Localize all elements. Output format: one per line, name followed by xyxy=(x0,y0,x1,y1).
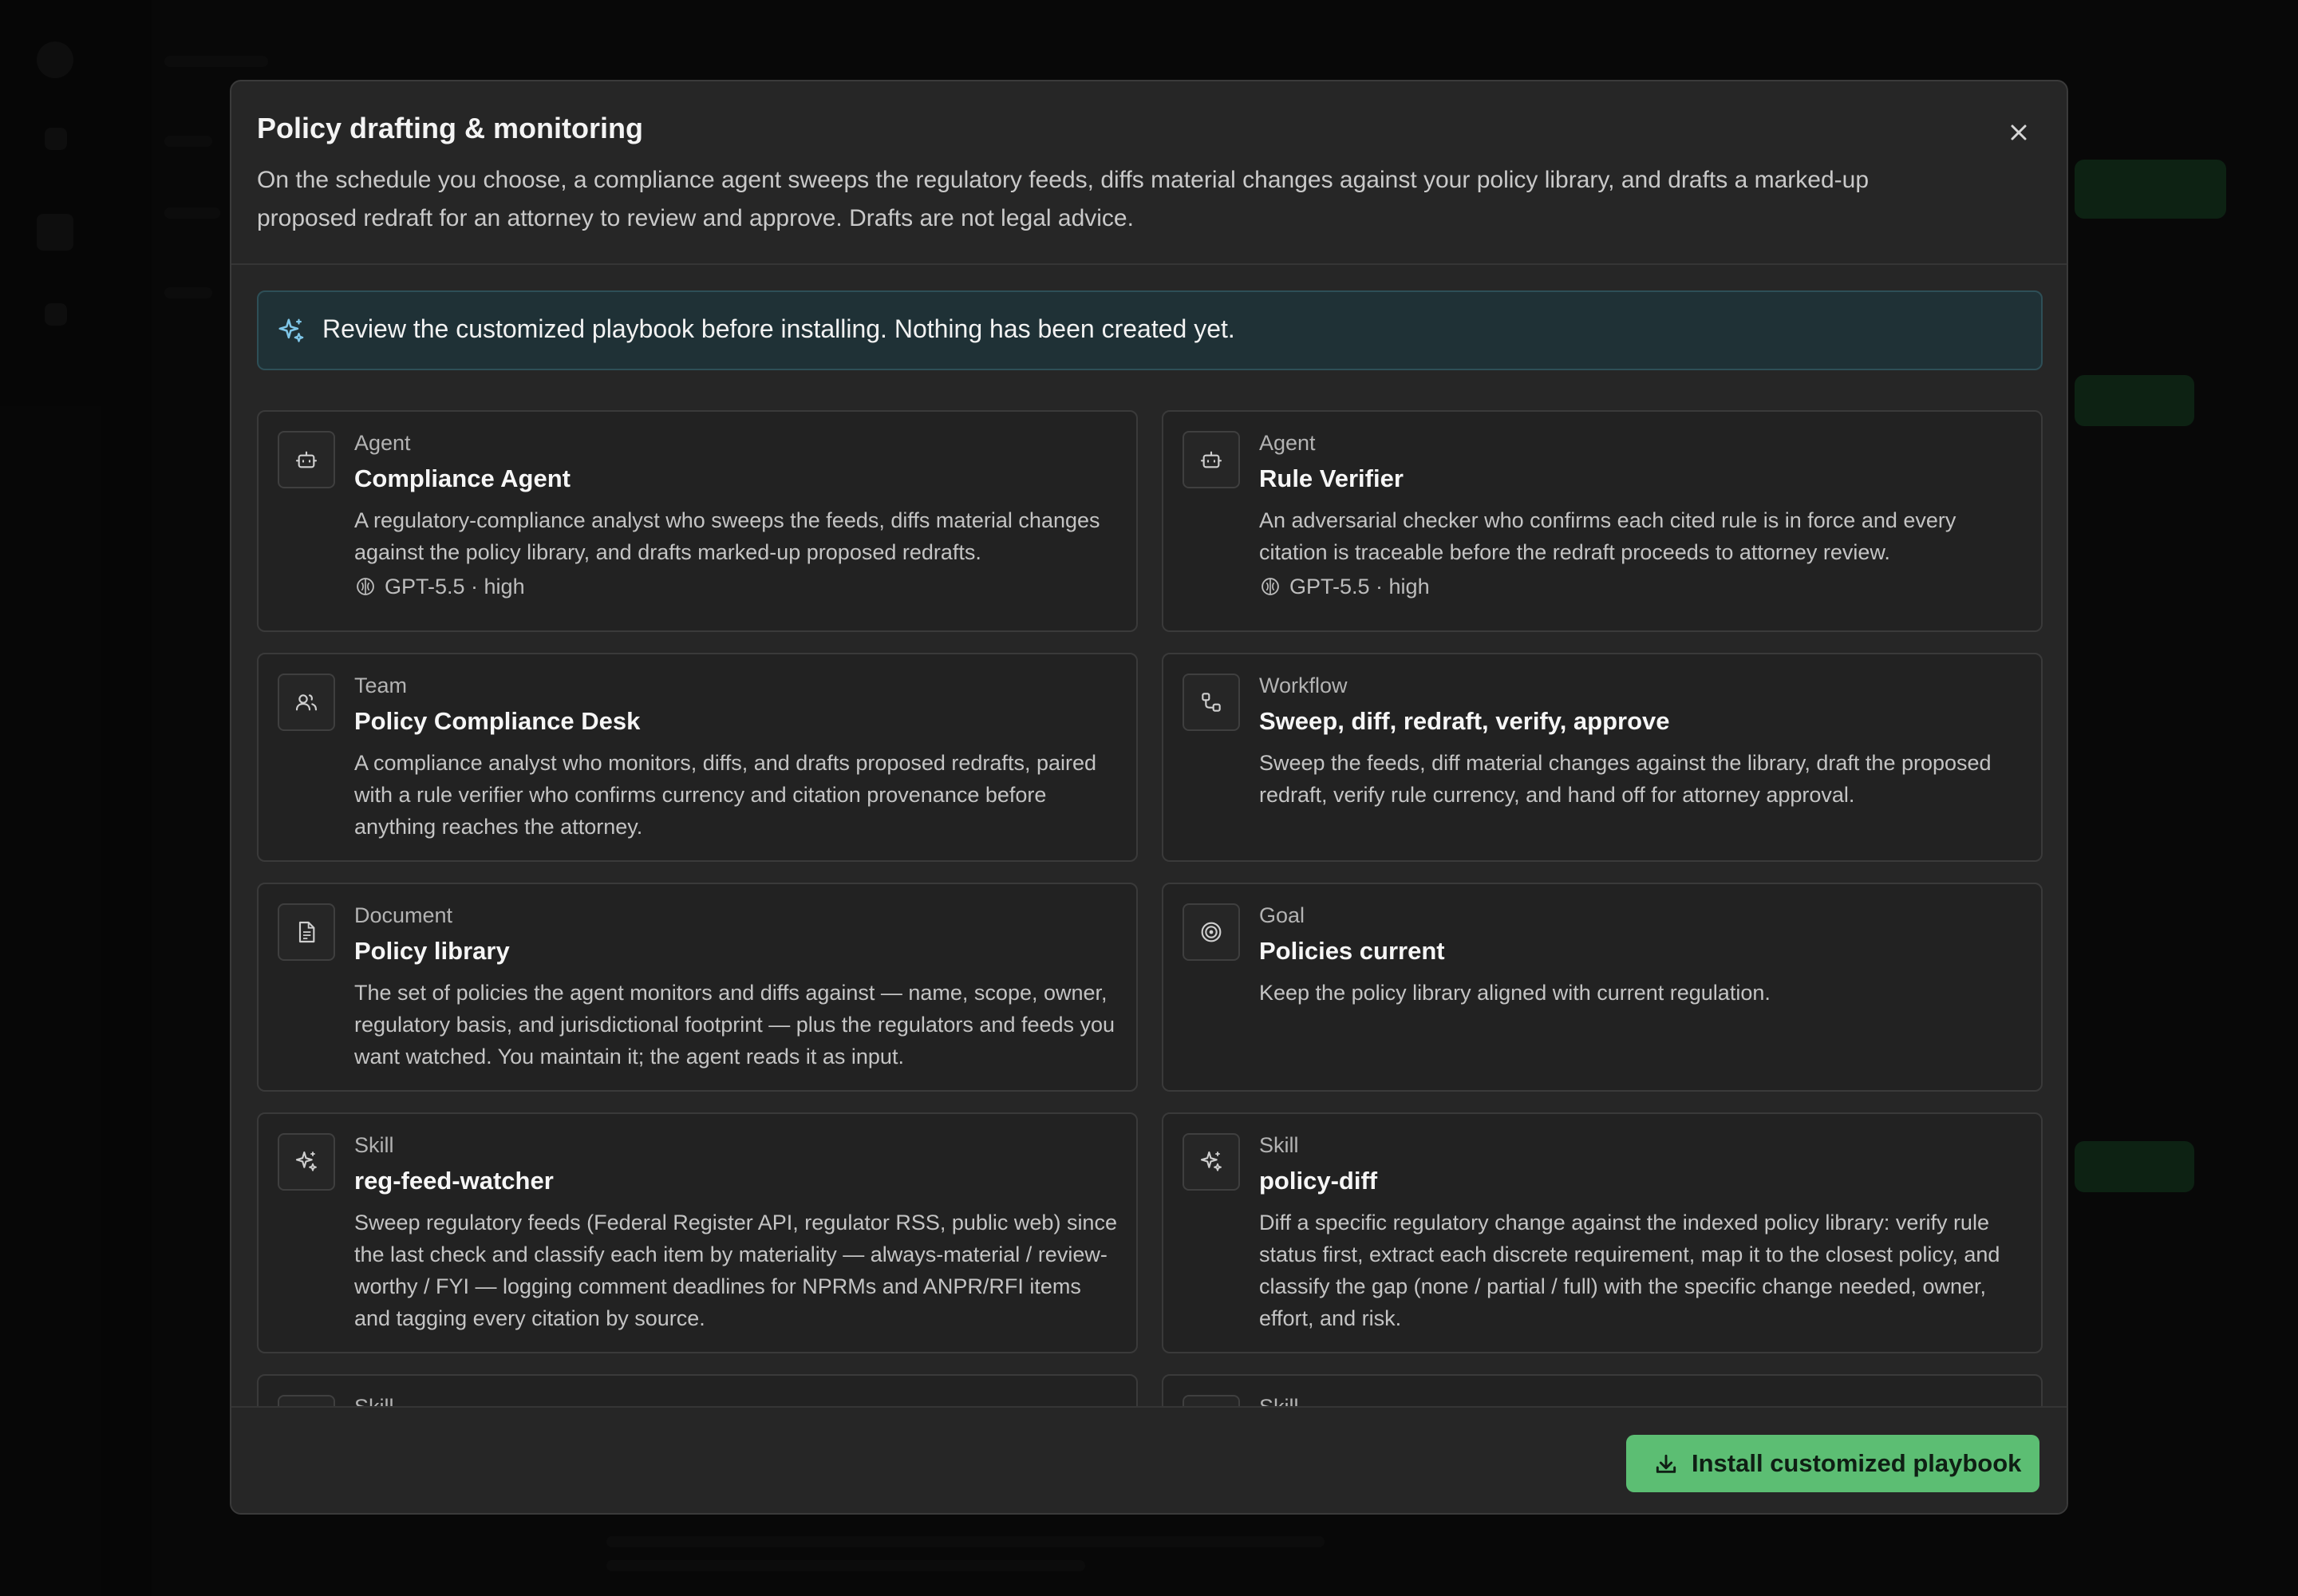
card-kind-label: Skill xyxy=(354,1133,394,1157)
card-title: Rule Verifier xyxy=(1259,464,1404,492)
card-description: A compliance analyst who monitors, diffs… xyxy=(354,751,1096,839)
card-kind-label: Skill xyxy=(354,1395,394,1406)
playbook-card-skill: Skill reg-feed-watcher Sweep regulatory … xyxy=(257,1112,1138,1353)
model-badge: GPT-5.5 · high xyxy=(354,575,525,599)
card-title: reg-feed-watcher xyxy=(354,1167,554,1195)
card-description: An adversarial checker who confirms each… xyxy=(1259,508,1956,564)
card-kind-label: Agent xyxy=(1259,431,1316,455)
model-label: GPT-5.5 · high xyxy=(1289,575,1430,598)
playbook-card-team: Team Policy Compliance Desk A compliance… xyxy=(257,653,1138,862)
card-description: A regulatory-compliance analyst who swee… xyxy=(354,508,1100,564)
card-kind-label: Team xyxy=(354,674,408,697)
install-playbook-button[interactable]: Install customized playbook xyxy=(1626,1435,2039,1492)
dialog-title: Policy drafting & monitoring xyxy=(257,112,643,144)
card-title: Policies current xyxy=(1259,937,1445,965)
card-title: Policy Compliance Desk xyxy=(354,707,641,735)
card-kind-label: Workflow xyxy=(1259,674,1348,697)
dialog-header: Policy drafting & monitoring On the sche… xyxy=(231,81,2067,265)
card-title: Policy library xyxy=(354,937,510,965)
card-kind-label: Document xyxy=(354,903,453,927)
card-kind-label: Skill xyxy=(1259,1395,1299,1406)
card-title: policy-diff xyxy=(1259,1167,1378,1195)
brain-icon xyxy=(357,578,374,595)
card-kind-label: Agent xyxy=(354,431,411,455)
card-description: Sweep the feeds, diff material changes a… xyxy=(1259,751,1992,807)
card-kind-label: Skill xyxy=(1259,1133,1299,1157)
playbook-card-document: Document Policy library The set of polic… xyxy=(257,883,1138,1092)
close-icon xyxy=(2011,124,2027,140)
card-description: The set of policies the agent monitors a… xyxy=(354,981,1115,1069)
playbook-card-workflow: Workflow Sweep, diff, redraft, verify, a… xyxy=(1162,653,2043,862)
brain-icon xyxy=(1262,578,1279,595)
playbook-card-skill: Skill xyxy=(257,1374,1138,1406)
card-kind-label: Goal xyxy=(1259,903,1305,927)
playbook-card-agent: Agent Compliance Agent A regulatory-comp… xyxy=(257,410,1138,632)
sparkle-icon xyxy=(278,318,304,342)
install-playbook-label: Install customized playbook xyxy=(1692,1449,2022,1477)
card-title: Sweep, diff, redraft, verify, approve xyxy=(1259,707,1670,735)
workflow-icon xyxy=(1202,693,1221,712)
card-description: Keep the policy library aligned with cur… xyxy=(1259,981,1771,1005)
document-icon xyxy=(298,921,315,943)
download-icon xyxy=(1656,1454,1676,1473)
review-notice-banner: Review the customized playbook before in… xyxy=(257,290,2043,370)
playbook-install-dialog: Policy drafting & monitoring On the sche… xyxy=(230,80,2068,1515)
card-description: Diff a specific regulatory change agains… xyxy=(1259,1211,2000,1330)
close-button[interactable] xyxy=(2003,117,2035,148)
sparkle-icon xyxy=(1200,1151,1222,1171)
playbook-card-skill: Skill xyxy=(1162,1374,2043,1406)
dialog-footer: Install customized playbook xyxy=(231,1406,2067,1513)
model-label: GPT-5.5 · high xyxy=(385,575,525,598)
target-icon xyxy=(1201,922,1222,942)
playbook-card-goal: Goal Policies current Keep the policy li… xyxy=(1162,883,2043,1092)
users-icon xyxy=(295,694,318,711)
review-notice-text: Review the customized playbook before in… xyxy=(322,314,1235,343)
sparkle-icon xyxy=(295,1151,317,1171)
robot-icon xyxy=(1200,451,1222,468)
model-badge: GPT-5.5 · high xyxy=(1259,575,1430,599)
playbook-card-skill: Skill policy-diff Diff a specific regula… xyxy=(1162,1112,2043,1353)
dialog-description: On the schedule you choose, a compliance… xyxy=(257,167,1870,231)
card-description: Sweep regulatory feeds (Federal Register… xyxy=(354,1211,1117,1330)
card-title: Compliance Agent xyxy=(354,464,571,492)
playbook-card-agent: Agent Rule Verifier An adversarial check… xyxy=(1162,410,2043,632)
robot-icon xyxy=(295,451,318,468)
playbook-items-scroll-area[interactable]: Policy drafting & monitoring On the sche… xyxy=(231,81,2067,1406)
